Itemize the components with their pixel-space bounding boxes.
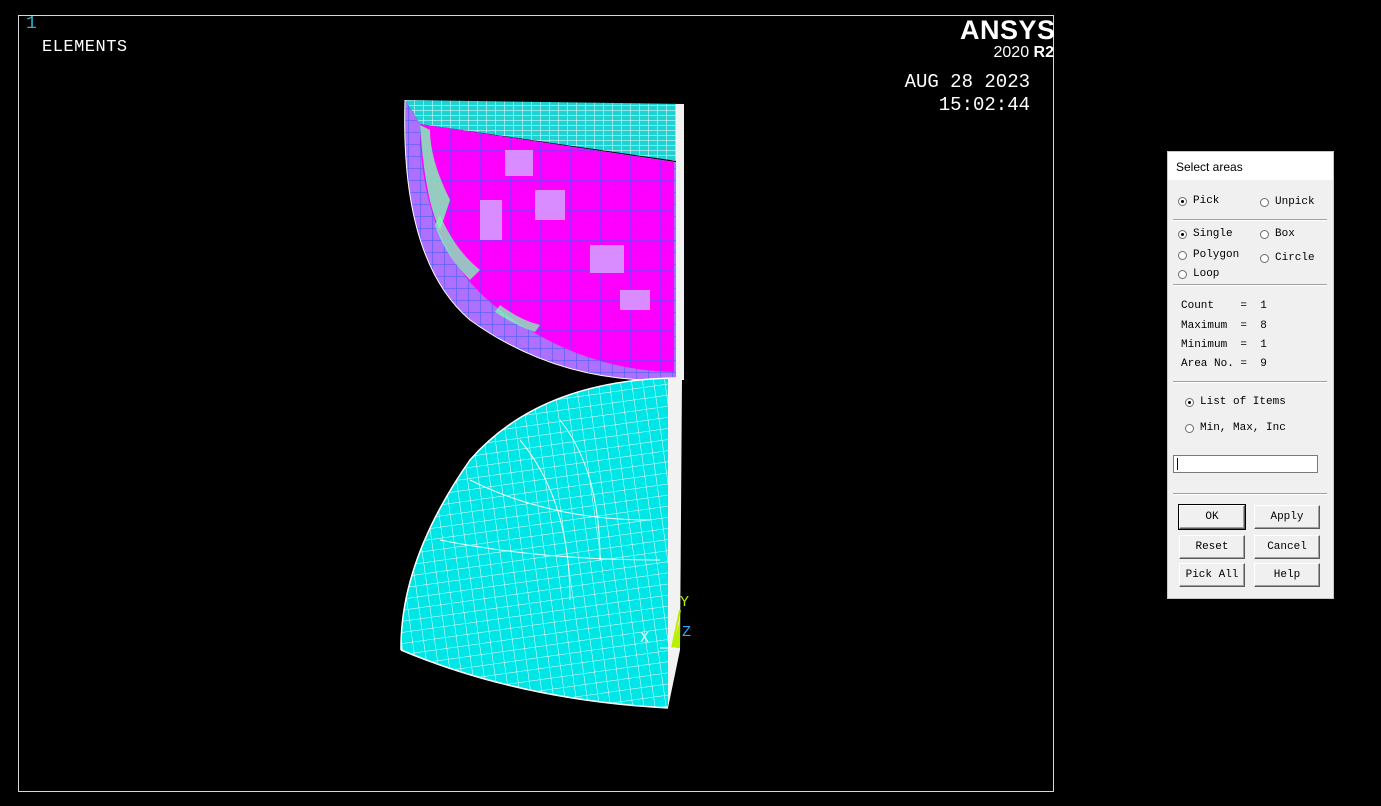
plot-time: 15:02:44 — [938, 94, 1030, 116]
divider — [1173, 284, 1327, 286]
ansys-logo: ANSYS 2020 R2 — [960, 15, 1056, 61]
radio-empty-icon — [1260, 229, 1269, 239]
radio-empty-icon — [1185, 423, 1194, 433]
pick-label: Pick — [1193, 195, 1220, 207]
select-areas-dialog: Select areas Pick Unpick Single Box Poly… — [1167, 151, 1334, 599]
window-number: 1 — [26, 14, 37, 34]
radio-empty-icon — [1178, 269, 1187, 279]
polygon-radio[interactable]: Polygon — [1178, 249, 1239, 261]
pick-entry-input[interactable] — [1173, 455, 1318, 473]
triad-y-label: Y — [680, 594, 689, 611]
radio-empty-icon — [1260, 253, 1269, 263]
radio-selected-icon — [1178, 229, 1187, 239]
polygon-label: Polygon — [1193, 249, 1240, 261]
radio-selected-icon — [1178, 196, 1187, 206]
circle-label: Circle — [1275, 252, 1315, 264]
divider — [1173, 381, 1327, 383]
box-radio[interactable]: Box — [1260, 228, 1295, 240]
help-button[interactable]: Help — [1254, 563, 1320, 587]
maximum-readout: Maximum = 8 — [1181, 320, 1267, 332]
brand-version: 2020 R2 — [960, 44, 1055, 61]
single-radio[interactable]: Single — [1178, 228, 1233, 240]
reset-button[interactable]: Reset — [1179, 535, 1245, 559]
cancel-button[interactable]: Cancel — [1254, 535, 1320, 559]
dialog-title: Select areas — [1176, 160, 1243, 174]
radio-empty-icon — [1178, 250, 1187, 260]
brand-version-year: 2020 — [993, 44, 1030, 61]
upper-hemisphere-mesh[interactable] — [404, 99, 684, 381]
min-max-inc-radio[interactable]: Min, Max, Inc — [1185, 422, 1286, 434]
triad-z-label: Z — [682, 624, 691, 641]
loop-label: Loop — [1193, 268, 1220, 280]
pick-all-button[interactable]: Pick All — [1179, 563, 1245, 587]
divider — [1173, 219, 1327, 221]
min-max-inc-label: Min, Max, Inc — [1200, 422, 1286, 434]
pick-radio[interactable]: Pick — [1178, 195, 1219, 207]
count-readout: Count = 1 — [1181, 300, 1267, 312]
apply-button[interactable]: Apply — [1254, 505, 1320, 529]
plot-date: AUG 28 2023 — [904, 71, 1030, 93]
list-of-items-radio[interactable]: List of Items — [1185, 396, 1286, 408]
unpick-radio[interactable]: Unpick — [1260, 196, 1315, 208]
list-of-items-label: List of Items — [1200, 396, 1286, 408]
minimum-readout: Minimum = 1 — [1181, 339, 1267, 351]
triad-x-label: X — [640, 630, 649, 647]
lower-hemisphere-mesh[interactable] — [400, 377, 682, 709]
single-label: Single — [1193, 228, 1233, 240]
box-label: Box — [1275, 228, 1295, 240]
brand-name: ANSYS — [960, 15, 1056, 45]
loop-radio[interactable]: Loop — [1178, 268, 1219, 280]
ok-button[interactable]: OK — [1178, 504, 1246, 530]
circle-radio[interactable]: Circle — [1260, 252, 1315, 264]
plot-title: ELEMENTS — [42, 38, 128, 57]
dialog-titlebar[interactable]: Select areas — [1168, 152, 1333, 180]
brand-version-release: R2 — [1033, 44, 1054, 61]
radio-empty-icon — [1260, 197, 1269, 207]
radio-selected-icon — [1185, 397, 1194, 407]
divider — [1173, 493, 1327, 495]
unpick-label: Unpick — [1275, 196, 1315, 208]
area-no-readout: Area No. = 9 — [1181, 358, 1267, 370]
